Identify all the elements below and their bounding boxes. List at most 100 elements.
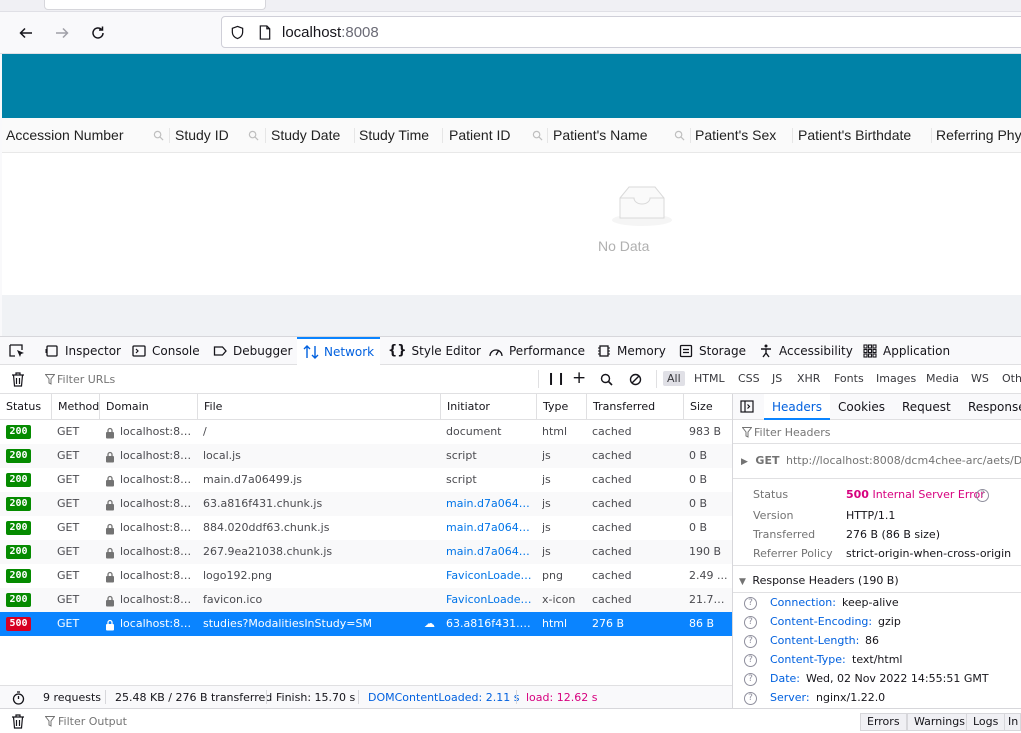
method-cell: GET xyxy=(57,593,80,606)
request-row[interactable]: 200 GET localhost:80... local.js script js cac… xyxy=(0,444,732,468)
header-initiator[interactable]: Initiator xyxy=(441,394,537,420)
empty-inbox-icon xyxy=(612,186,672,226)
column-patient-id[interactable]: Patient ID xyxy=(449,118,548,153)
filter-type-ws[interactable]: WS xyxy=(971,372,989,385)
tab-performance[interactable]: Performance xyxy=(488,337,585,365)
response-header-row[interactable]: ? Content-Length: 86 xyxy=(733,632,1021,651)
request-row[interactable]: 500 GET localhost:80... studies?ModalitiesI… xyxy=(0,612,732,636)
tab-debugger[interactable]: Debugger xyxy=(212,337,292,365)
logs-button[interactable]: Logs xyxy=(966,713,1006,731)
warnings-button[interactable]: Warnings xyxy=(907,713,972,731)
initiator-cell[interactable]: main.d7a06499... xyxy=(446,492,534,516)
filter-type-media[interactable]: Media xyxy=(926,372,959,385)
trash-icon[interactable] xyxy=(11,714,25,729)
tab-request[interactable]: Request xyxy=(902,394,951,420)
filter-headers-input[interactable] xyxy=(754,423,1014,441)
element-picker-button[interactable] xyxy=(8,337,26,365)
column-patient-name[interactable]: Patient's Name xyxy=(553,118,691,153)
filter-type-css[interactable]: CSS xyxy=(738,372,760,385)
help-icon[interactable]: ? xyxy=(744,692,757,705)
response-headers-toggle[interactable]: ▼ Response Headers (190 B) xyxy=(739,574,899,587)
initiator-cell[interactable]: 63.a816f431.ch... xyxy=(446,612,534,636)
initiator-cell[interactable]: FaviconLoader.j... xyxy=(446,564,534,588)
trash-icon[interactable] xyxy=(11,372,25,387)
shield-icon[interactable] xyxy=(230,25,245,40)
response-header-row[interactable]: ? Date: Wed, 02 Nov 2022 14:55:51 GMT xyxy=(733,670,1021,689)
browser-tab[interactable] xyxy=(44,0,266,10)
toggle-sidebar-icon[interactable] xyxy=(740,400,754,413)
help-icon[interactable]: ? xyxy=(744,597,757,610)
header-file[interactable]: File xyxy=(198,394,441,420)
help-icon[interactable]: ? xyxy=(744,673,757,686)
filter-type-html[interactable]: HTML xyxy=(694,372,725,385)
page-icon[interactable] xyxy=(258,25,272,40)
header-status[interactable]: Status xyxy=(0,394,52,420)
tab-response[interactable]: Response xyxy=(968,394,1021,420)
tab-cookies[interactable]: Cookies xyxy=(838,394,885,420)
filter-type-all[interactable]: All xyxy=(663,371,685,386)
reload-button[interactable] xyxy=(86,21,110,45)
response-header-row[interactable]: ? Connection: keep-alive xyxy=(733,594,1021,613)
request-row[interactable]: 200 GET localhost:80... 63.a816f431.chunk.j… xyxy=(0,492,732,516)
header-type[interactable]: Type xyxy=(537,394,587,420)
initiator-cell[interactable]: main.d7a06499... xyxy=(446,540,534,564)
column-study-id[interactable]: Study ID xyxy=(175,118,266,153)
request-row[interactable]: 200 GET localhost:80... logo192.png FaviconL… xyxy=(0,564,732,588)
tab-style-editor[interactable]: {} Style Editor xyxy=(388,337,481,365)
request-row[interactable]: 200 GET localhost:80... favicon.ico FaviconL… xyxy=(0,588,732,612)
help-icon[interactable]: ? xyxy=(744,654,757,667)
initiator-cell[interactable]: main.d7a06499... xyxy=(446,516,534,540)
tab-console[interactable]: Console xyxy=(131,337,200,365)
filter-type-images[interactable]: Images xyxy=(876,372,916,385)
request-row[interactable]: 200 GET localhost:80... / document html cached… xyxy=(0,420,732,444)
response-header-row[interactable]: ? Content-Encoding: gzip xyxy=(733,613,1021,632)
plus-icon[interactable]: + xyxy=(572,368,586,388)
response-header-row[interactable]: ? Content-Type: text/html xyxy=(733,651,1021,670)
request-url-summary[interactable]: ▶ GET http://localhost:8008/dcm4chee-arc… xyxy=(741,454,1021,467)
column-study-date[interactable]: Study Date xyxy=(271,118,355,153)
response-header-row[interactable]: ? Server: nginx/1.22.0 xyxy=(733,689,1021,708)
help-icon[interactable]: ? xyxy=(744,635,757,648)
url-text[interactable]: localhost:8008 xyxy=(282,24,379,41)
block-icon[interactable] xyxy=(629,373,642,386)
header-method[interactable]: Method xyxy=(52,394,100,420)
header-transferred[interactable]: Transferred xyxy=(587,394,684,420)
pause-icon[interactable]: ❙❙ xyxy=(546,371,566,385)
filter-output-input[interactable] xyxy=(58,713,358,730)
search-icon[interactable] xyxy=(532,130,543,141)
tab-accessibility[interactable]: Accessibility xyxy=(758,337,853,365)
tab-application[interactable]: Application xyxy=(862,337,950,365)
tab-memory[interactable]: Memory xyxy=(596,337,666,365)
request-row[interactable]: 200 GET localhost:80... 267.9ea21038.chunk.… xyxy=(0,540,732,564)
header-size[interactable]: Size xyxy=(684,394,732,420)
search-icon[interactable] xyxy=(248,130,259,141)
column-patient-sex[interactable]: Patient's Sex xyxy=(695,118,793,153)
filter-type-js[interactable]: JS xyxy=(772,372,782,385)
search-icon[interactable] xyxy=(600,373,613,386)
tab-inspector[interactable]: Inspector xyxy=(44,337,121,365)
initiator-cell[interactable]: FaviconLoader.j... xyxy=(446,588,534,612)
filter-type-other[interactable]: Oth xyxy=(1002,372,1021,385)
forward-button[interactable] xyxy=(50,21,74,45)
help-icon[interactable]: ? xyxy=(744,616,757,629)
filter-type-fonts[interactable]: Fonts xyxy=(834,372,864,385)
tab-headers[interactable]: Headers xyxy=(764,394,830,420)
filter-type-xhr[interactable]: XHR xyxy=(797,372,820,385)
filter-urls-input[interactable] xyxy=(57,370,527,388)
tab-storage[interactable]: Storage xyxy=(678,337,746,365)
back-button[interactable] xyxy=(14,21,38,45)
search-icon[interactable] xyxy=(674,130,685,141)
info-button[interactable]: In xyxy=(1004,713,1021,731)
request-row[interactable]: 200 GET localhost:80... 884.020ddf63.chunk.… xyxy=(0,516,732,540)
tab-network[interactable]: Network xyxy=(297,337,380,365)
header-domain[interactable]: Domain xyxy=(100,394,198,420)
column-referring-physician[interactable]: Referring Phy xyxy=(936,118,1021,153)
errors-button[interactable]: Errors xyxy=(860,713,907,731)
column-study-time[interactable]: Study Time xyxy=(359,118,443,153)
request-row[interactable]: 200 GET localhost:80... main.d7a06499.js scr… xyxy=(0,468,732,492)
help-icon[interactable]: ? xyxy=(976,489,989,502)
url-bar[interactable]: localhost:8008 xyxy=(221,16,1021,48)
column-accession-number[interactable]: Accession Number xyxy=(6,118,170,153)
column-patient-birthdate[interactable]: Patient's Birthdate xyxy=(798,118,932,153)
search-icon[interactable] xyxy=(153,130,164,141)
